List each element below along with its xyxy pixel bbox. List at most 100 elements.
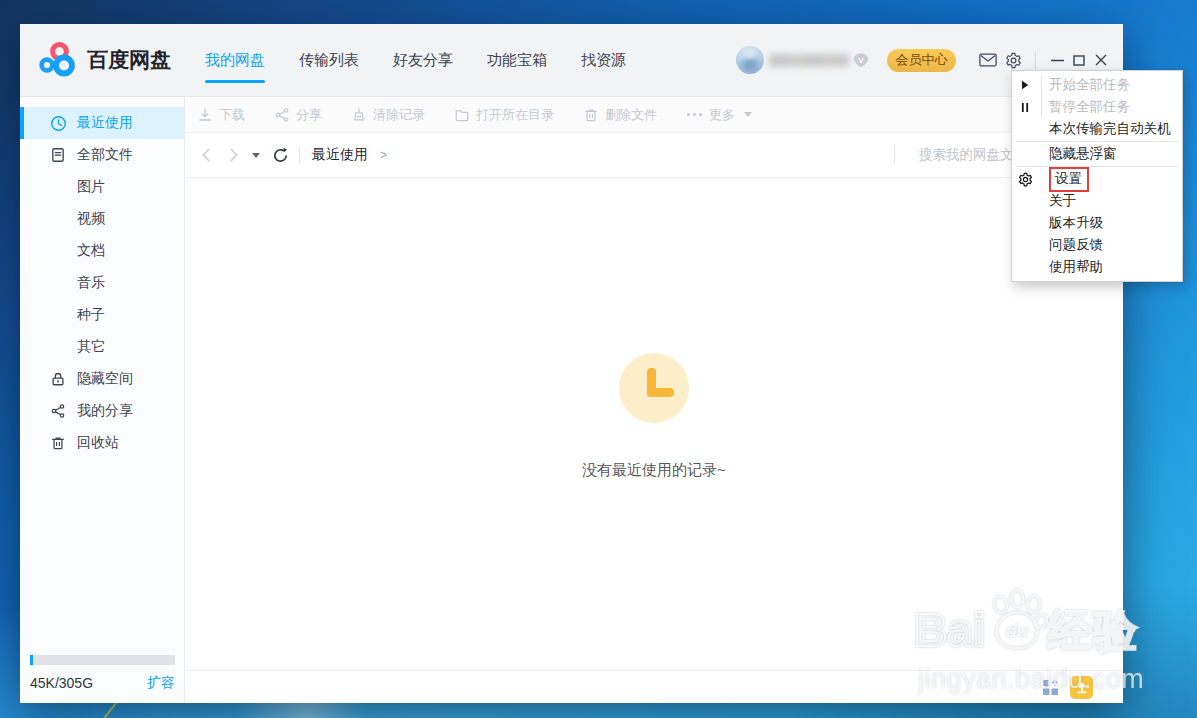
play-icon-cell bbox=[1012, 80, 1038, 90]
titlebar-divider bbox=[1035, 52, 1036, 69]
chevron-down-icon bbox=[744, 112, 752, 117]
pause-icon bbox=[1021, 102, 1029, 113]
settings-gear-icon[interactable] bbox=[1005, 52, 1022, 69]
menu-item-label: 使用帮助 bbox=[1049, 258, 1103, 276]
menu-item-3[interactable]: 本次传输完自动关机 bbox=[1012, 118, 1182, 140]
toolbar-button-4[interactable]: 打开所在目录 bbox=[454, 106, 554, 124]
sidebar-item-5[interactable]: 文档 bbox=[20, 235, 184, 267]
toolbar-button-label: 删除文件 bbox=[605, 106, 657, 124]
sidebar-item-label: 我的分享 bbox=[77, 402, 133, 420]
menu-item-label: 设置 bbox=[1049, 167, 1089, 192]
expand-storage-link[interactable]: 扩容 bbox=[147, 674, 175, 692]
history-dropdown-caret[interactable] bbox=[252, 153, 260, 158]
toolbar-button-label: 打开所在目录 bbox=[476, 106, 554, 124]
member-center-button[interactable]: 会员中心 bbox=[887, 49, 956, 72]
nav-tab-2[interactable]: 传输列表 bbox=[299, 24, 359, 97]
storage-section: 45K/305G 扩容 bbox=[30, 655, 175, 692]
trash-icon bbox=[50, 435, 66, 451]
toolbar-button-label: 更多 bbox=[709, 106, 735, 124]
play-icon bbox=[1021, 80, 1029, 90]
search-box[interactable]: 搜索我的网盘文件 bbox=[894, 133, 1027, 177]
sidebar-item-10[interactable]: 我的分享 bbox=[20, 395, 184, 427]
forward-button[interactable] bbox=[229, 147, 239, 163]
toolbar-button-5[interactable]: 删除文件 bbox=[583, 106, 657, 124]
bottom-bar bbox=[185, 670, 1123, 703]
username-blurred bbox=[769, 54, 849, 67]
storage-usage: 45K/305G bbox=[30, 675, 93, 691]
clock-icon bbox=[50, 115, 66, 131]
vip-badge-icon: V bbox=[852, 52, 870, 69]
gear-icon bbox=[1018, 172, 1033, 187]
menu-item-7[interactable]: 设置 bbox=[1012, 168, 1182, 190]
toolbar-button-1[interactable]: 下载 bbox=[197, 106, 245, 124]
sidebar-item-7[interactable]: 种子 bbox=[20, 299, 184, 331]
refresh-button[interactable] bbox=[272, 147, 289, 164]
folder-icon bbox=[454, 107, 470, 123]
sidebar-item-6[interactable]: 音乐 bbox=[20, 267, 184, 299]
sidebar-item-3[interactable]: 图片 bbox=[20, 171, 184, 203]
lock-icon bbox=[50, 371, 66, 387]
app-logo: 百度网盘 bbox=[38, 41, 171, 79]
view-grid-icon[interactable] bbox=[1041, 678, 1060, 697]
sidebar-item-label: 种子 bbox=[77, 306, 105, 324]
menu-item-label: 问题反馈 bbox=[1049, 236, 1103, 254]
nav-tab-1[interactable]: 我的网盘 bbox=[205, 24, 265, 97]
nav-tab-label: 好友分享 bbox=[393, 51, 453, 70]
sidebar-item-9[interactable]: 隐藏空间 bbox=[20, 363, 184, 395]
app-title: 百度网盘 bbox=[87, 46, 171, 74]
sidebar-item-label: 全部文件 bbox=[77, 146, 133, 164]
sidebar-item-label: 图片 bbox=[77, 178, 105, 196]
menu-items: 开始全部任务暂停全部任务本次传输完自动关机隐藏悬浮窗设置关于版本升级问题反馈使用… bbox=[1012, 74, 1182, 278]
sidebar-item-label: 音乐 bbox=[77, 274, 105, 292]
maximize-button[interactable] bbox=[1072, 53, 1086, 67]
nav-tab-3[interactable]: 好友分享 bbox=[393, 24, 453, 97]
sidebar-item-8[interactable]: 其它 bbox=[20, 331, 184, 363]
toolbar-button-6[interactable]: 更多 bbox=[686, 106, 752, 124]
share-icon bbox=[274, 107, 290, 123]
sidebar-item-4[interactable]: 视频 bbox=[20, 203, 184, 235]
menu-item-10[interactable]: 问题反馈 bbox=[1012, 234, 1182, 256]
settings-context-menu: 开始全部任务暂停全部任务本次传输完自动关机隐藏悬浮窗设置关于版本升级问题反馈使用… bbox=[1011, 70, 1183, 282]
menu-item-5[interactable]: 隐藏悬浮窗 bbox=[1012, 143, 1182, 165]
search-divider bbox=[894, 145, 895, 165]
file-list-area: 没有最近使用的记录~ bbox=[185, 178, 1123, 670]
toolbar-button-2[interactable]: 分享 bbox=[274, 106, 322, 124]
upload-icon[interactable] bbox=[1070, 676, 1093, 699]
minimize-button[interactable] bbox=[1050, 53, 1064, 67]
nav-tab-label: 找资源 bbox=[581, 51, 626, 70]
more-icon bbox=[686, 112, 703, 117]
back-button[interactable] bbox=[201, 147, 211, 163]
sidebar-item-1[interactable]: 最近使用 bbox=[20, 107, 184, 139]
sidebar-items: 最近使用全部文件图片视频文档音乐种子其它隐藏空间我的分享回收站 bbox=[20, 107, 184, 459]
menu-divider bbox=[1016, 141, 1178, 142]
nav-tab-label: 传输列表 bbox=[299, 51, 359, 70]
menu-item-label: 版本升级 bbox=[1049, 214, 1103, 232]
avatar[interactable] bbox=[736, 46, 764, 74]
nav-tab-label: 功能宝箱 bbox=[487, 51, 547, 70]
toolbar-button-label: 清除记录 bbox=[373, 106, 425, 124]
toolbar-button-3[interactable]: 清除记录 bbox=[351, 106, 425, 124]
close-button[interactable] bbox=[1094, 53, 1108, 67]
gear-icon-cell bbox=[1012, 172, 1038, 187]
sidebar-item-11[interactable]: 回收站 bbox=[20, 427, 184, 459]
nav-tab-4[interactable]: 功能宝箱 bbox=[487, 24, 547, 97]
sidebar-item-label: 文档 bbox=[77, 242, 105, 260]
toolbar: 下载 分享 清除记录 打开所在目录 删除文件 更多 bbox=[185, 97, 1123, 133]
menu-item-11[interactable]: 使用帮助 bbox=[1012, 256, 1182, 278]
clear-icon bbox=[351, 107, 367, 123]
menu-item-2[interactable]: 暂停全部任务 bbox=[1012, 96, 1182, 118]
main-nav: 我的网盘 传输列表 好友分享 功能宝箱 找资源 bbox=[205, 24, 626, 97]
menu-item-9[interactable]: 版本升级 bbox=[1012, 212, 1182, 234]
breadcrumb-current[interactable]: 最近使用 bbox=[312, 146, 368, 164]
menu-divider bbox=[1016, 166, 1178, 167]
nav-tab-5[interactable]: 找资源 bbox=[581, 24, 626, 97]
pause-icon-cell bbox=[1012, 102, 1038, 113]
sidebar-item-label: 回收站 bbox=[77, 434, 119, 452]
mail-icon[interactable] bbox=[979, 53, 997, 67]
menu-item-1[interactable]: 开始全部任务 bbox=[1012, 74, 1182, 96]
main-area: 下载 分享 清除记录 打开所在目录 删除文件 更多 最近使用 > 搜索我的网盘文件 bbox=[185, 97, 1123, 703]
toolbar-button-label: 下载 bbox=[219, 106, 245, 124]
breadcrumb-chevron: > bbox=[380, 148, 387, 162]
sidebar-item-2[interactable]: 全部文件 bbox=[20, 139, 184, 171]
menu-item-8[interactable]: 关于 bbox=[1012, 190, 1182, 212]
